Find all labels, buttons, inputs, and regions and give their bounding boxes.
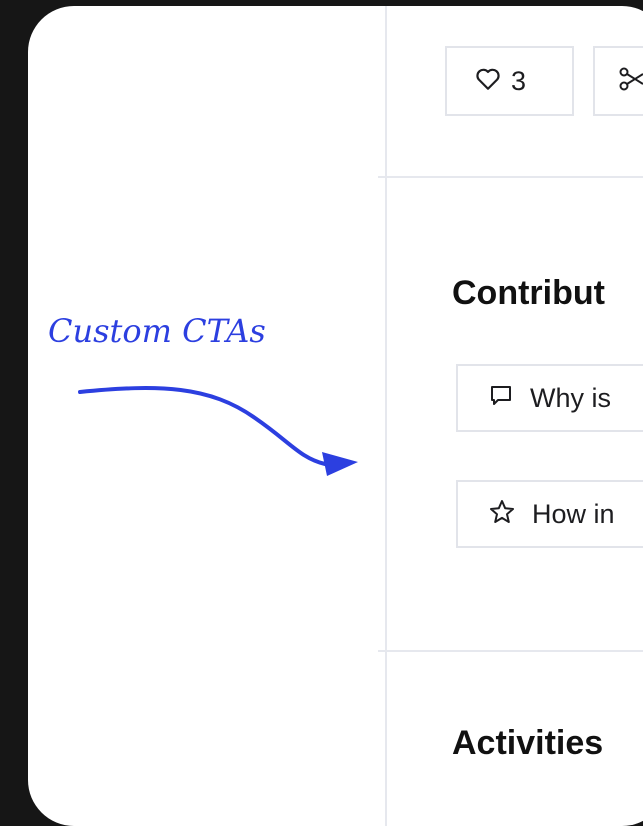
fork-button[interactable] [593, 46, 643, 116]
annotation-label: Custom CTAs [48, 312, 266, 350]
like-button[interactable]: 3 [445, 46, 574, 116]
section-divider [378, 650, 643, 652]
cta-why[interactable]: Why is [456, 364, 643, 432]
comment-icon [488, 383, 514, 414]
annotation-arrow-icon [78, 386, 358, 476]
cta-how-label: How in [532, 498, 615, 529]
vertical-divider [385, 6, 387, 826]
heart-icon [475, 67, 501, 96]
activities-heading: Activities [452, 724, 604, 762]
section-divider [378, 176, 643, 178]
like-count: 3 [511, 65, 527, 96]
star-icon [488, 498, 516, 531]
cta-why-label: Why is [530, 382, 611, 413]
cta-how[interactable]: How in [456, 480, 643, 548]
fork-icon [617, 64, 643, 99]
contribute-heading: Contribut [452, 274, 605, 312]
